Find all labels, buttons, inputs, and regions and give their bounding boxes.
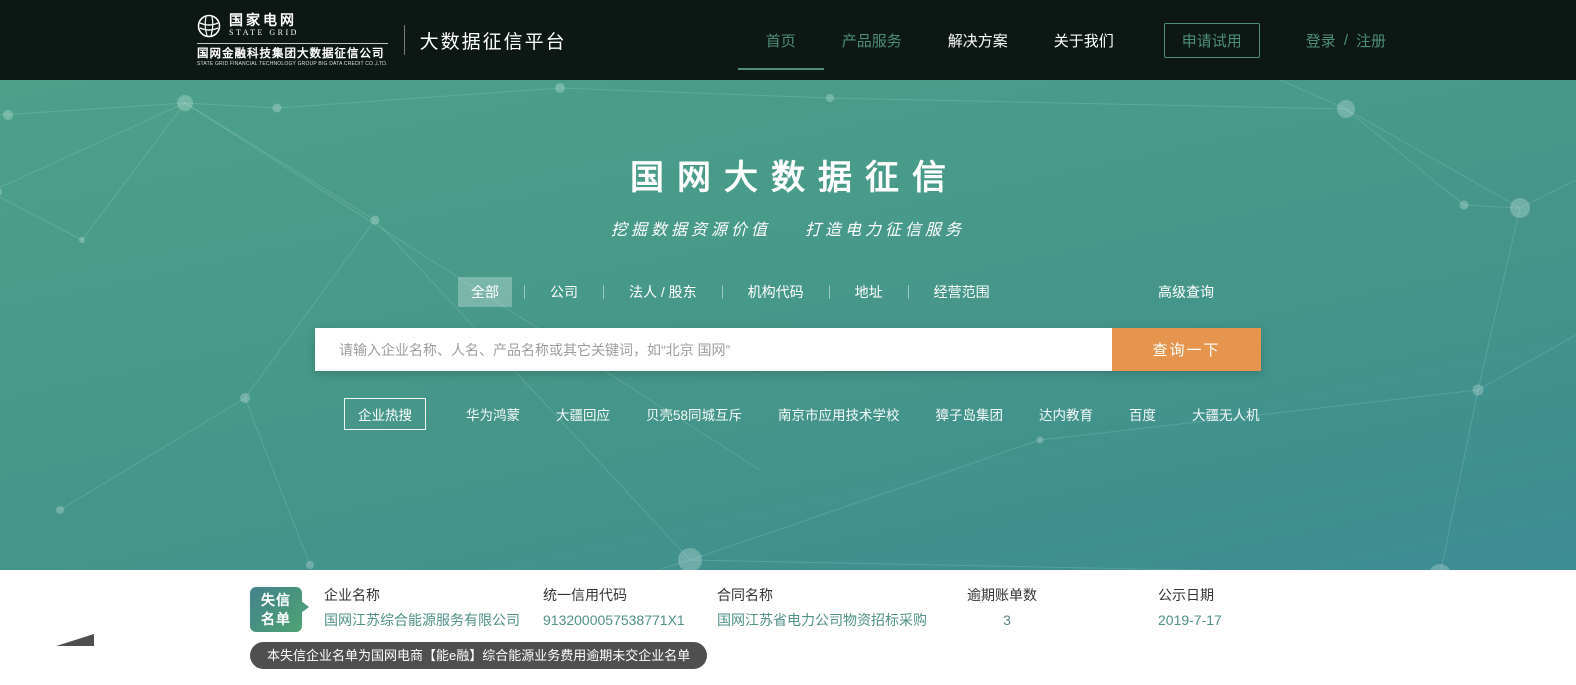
hot-tag[interactable]: 南京市应用技术学校 — [778, 404, 900, 424]
apply-trial-button[interactable]: 申请试用 — [1164, 23, 1260, 58]
hero-section: 国网大数据征信 挖掘数据资源价值 打造电力征信服务 全部 公司 法人 / 股东 … — [0, 80, 1576, 570]
tab-divider — [722, 285, 723, 299]
brand-logo: 国家电网 STATE GRID 国网金融科技集团大数据征信公司 STATE GR… — [197, 13, 388, 67]
nav-item-solutions[interactable]: 解决方案 — [948, 30, 1008, 51]
platform-title: 大数据征信平台 — [420, 27, 567, 54]
column-value[interactable]: 国网江苏综合能源服务有限公司 — [324, 612, 520, 628]
column-value: 3 — [967, 612, 1047, 628]
hot-search-label: 企业热搜 — [344, 398, 426, 430]
nav-item-about[interactable]: 关于我们 — [1054, 30, 1114, 51]
search-bar: 查询一下 — [315, 328, 1261, 371]
badge-line1: 失信 — [261, 591, 291, 610]
search-tab-org-code[interactable]: 机构代码 — [735, 277, 817, 307]
auth-links: 登录 / 注册 — [1306, 30, 1386, 51]
hot-tag[interactable]: 百度 — [1129, 404, 1156, 424]
tab-divider — [908, 285, 909, 299]
main-nav: 首页 产品服务 解决方案 关于我们 申请试用 登录 / 注册 — [766, 23, 1386, 58]
hero-content: 国网大数据征信 挖掘数据资源价值 打造电力征信服务 全部 公司 法人 / 股东 … — [315, 80, 1261, 430]
column-company-name: 企业名称 国网江苏综合能源服务有限公司 — [324, 587, 520, 628]
auth-separator: / — [1344, 32, 1348, 49]
search-tab-address[interactable]: 地址 — [842, 277, 896, 307]
blacklist-strip: 失信 名单 企业名称 国网江苏综合能源服务有限公司 统一信用代码 9132000… — [0, 570, 1576, 685]
brand-name-en: STATE GRID — [229, 28, 299, 38]
brand-name-cn: 国家电网 — [229, 13, 299, 28]
column-contract-name: 合同名称 国网江苏省电力公司物资招标采购 — [717, 587, 927, 628]
column-header: 公示日期 — [1158, 587, 1222, 603]
hot-tag[interactable]: 獐子岛集团 — [936, 404, 1004, 424]
tab-divider — [524, 285, 525, 299]
column-value: 9132000057538771X1 — [543, 612, 685, 628]
hot-search-row: 企业热搜 华为鸿蒙 大疆回应 贝壳58同城互斥 南京市应用技术学校 獐子岛集团 … — [315, 398, 1261, 430]
badge-line2: 名单 — [261, 610, 291, 629]
brand-company-name: 国网金融科技集团大数据征信公司 — [197, 48, 388, 61]
hot-tag[interactable]: 华为鸿蒙 — [466, 404, 520, 424]
column-header: 企业名称 — [324, 587, 520, 603]
column-credit-code: 统一信用代码 9132000057538771X1 — [543, 587, 685, 628]
column-header: 合同名称 — [717, 587, 927, 603]
column-publish-date: 公示日期 2019-7-17 — [1158, 587, 1222, 628]
column-overdue-bills: 逾期账单数 3 — [967, 587, 1047, 628]
header-vertical-divider — [404, 25, 405, 55]
state-grid-emblem-icon — [197, 14, 221, 38]
hot-tag[interactable]: 达内教育 — [1039, 404, 1093, 424]
login-link[interactable]: 登录 — [1306, 30, 1336, 51]
nav-item-products[interactable]: 产品服务 — [842, 30, 902, 51]
column-value: 2019-7-17 — [1158, 612, 1222, 628]
search-tabs: 全部 公司 法人 / 股东 机构代码 地址 经营范围 高级查询 — [315, 278, 1261, 306]
brand-text-group: 国家电网 STATE GRID — [229, 13, 299, 38]
blacklist-tooltip: 本失信企业名单为国网电商【能e融】综合能源业务费用逾期未交企业名单 — [250, 642, 707, 669]
tab-divider — [829, 285, 830, 299]
badge-pointer — [301, 601, 309, 613]
hero-subtitle: 挖掘数据资源价值 打造电力征信服务 — [315, 216, 1261, 240]
tab-divider — [603, 285, 604, 299]
column-header: 逾期账单数 — [967, 587, 1047, 603]
blacklist-badge: 失信 名单 — [250, 587, 302, 632]
search-tab-business-scope[interactable]: 经营范围 — [921, 277, 1003, 307]
brand-company-name-en: STATE GRID FINANCIAL TECHNOLOGY GROUP BI… — [197, 61, 388, 67]
search-tab-all[interactable]: 全部 — [458, 277, 512, 307]
top-header: 国家电网 STATE GRID 国网金融科技集团大数据征信公司 STATE GR… — [0, 0, 1576, 80]
tooltip-pointer — [52, 634, 94, 646]
column-header: 统一信用代码 — [543, 587, 685, 603]
brand-top-row: 国家电网 STATE GRID — [197, 13, 388, 44]
search-tab-company[interactable]: 公司 — [537, 277, 591, 307]
search-input[interactable] — [315, 328, 1112, 371]
search-button[interactable]: 查询一下 — [1112, 328, 1261, 371]
hot-tag[interactable]: 大疆无人机 — [1192, 404, 1260, 424]
hot-tag[interactable]: 大疆回应 — [556, 404, 610, 424]
register-link[interactable]: 注册 — [1356, 30, 1386, 51]
hero-subtitle-right: 打造电力征信服务 — [805, 216, 965, 240]
search-tab-legal-person[interactable]: 法人 / 股东 — [616, 277, 710, 307]
hot-tag[interactable]: 贝壳58同城互斥 — [646, 404, 742, 424]
column-value: 国网江苏省电力公司物资招标采购 — [717, 612, 927, 628]
advanced-search-link[interactable]: 高级查询 — [1158, 282, 1214, 302]
nav-item-home[interactable]: 首页 — [766, 30, 796, 51]
hero-title: 国网大数据征信 — [315, 156, 1261, 200]
hero-subtitle-left: 挖掘数据资源价值 — [611, 216, 771, 240]
